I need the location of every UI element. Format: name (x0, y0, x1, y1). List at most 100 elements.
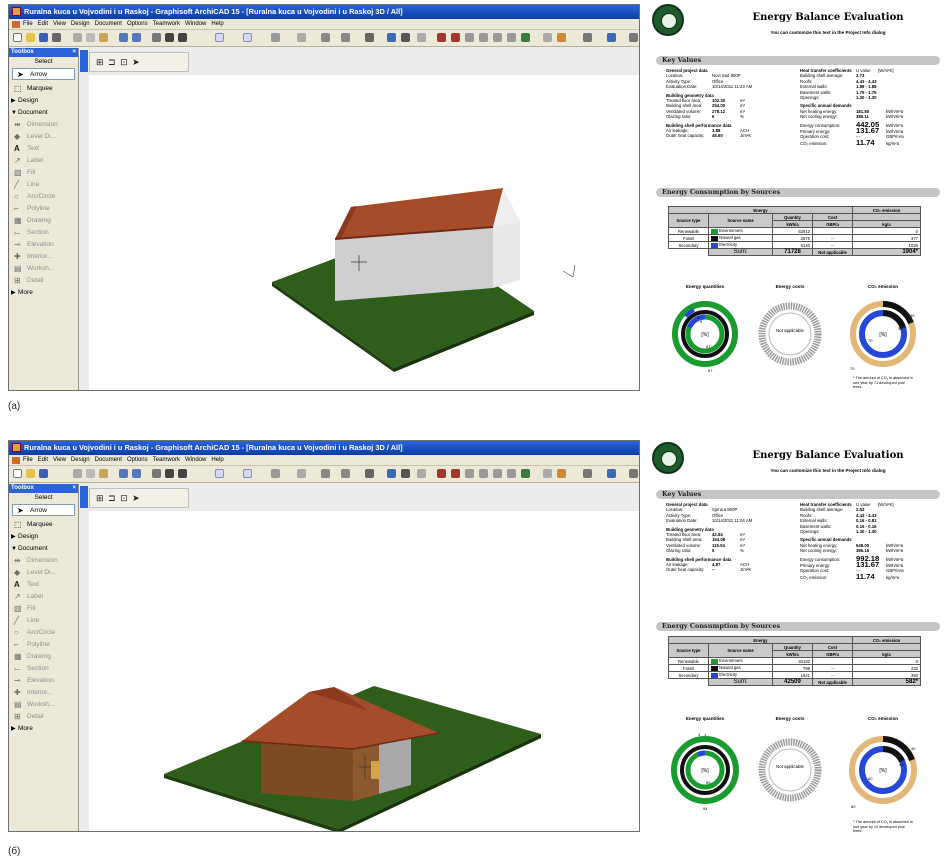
stair-icon[interactable] (479, 33, 488, 42)
eyedropper-icon[interactable] (178, 469, 187, 478)
energy-evaluation-icon[interactable] (557, 33, 566, 42)
line-tool[interactable]: ╱ Line (9, 615, 78, 627)
section-tool[interactable]: ⤚ Section (9, 663, 78, 675)
info-box[interactable]: ⊞ ⊐ ⊡ ➤ (89, 52, 189, 72)
mesh-icon[interactable] (543, 33, 552, 42)
snap-guide-icon[interactable] (215, 469, 224, 478)
marquee-tool[interactable]: ⬚ Marquee (9, 519, 78, 531)
arrow-down-icon[interactable] (365, 33, 374, 42)
view-3d-icon[interactable] (387, 33, 396, 42)
menu-design[interactable]: Design (71, 457, 90, 463)
layer-icon[interactable] (297, 33, 306, 42)
undo-icon[interactable] (119, 469, 128, 478)
more-toggle[interactable]: ▶ More (9, 723, 78, 735)
magic-wand-icon[interactable] (152, 33, 161, 42)
menu-design[interactable]: Design (71, 21, 90, 27)
elevation-icon[interactable] (451, 33, 460, 42)
menu-window[interactable]: Window (185, 21, 206, 27)
layer-icon[interactable] (297, 469, 306, 478)
menu-view[interactable]: View (53, 21, 66, 27)
info-box-handle[interactable] (80, 486, 88, 508)
new-file-icon[interactable] (13, 469, 22, 478)
interior-elevation-tool[interactable]: ✚ Interior... (9, 687, 78, 699)
info-box-handle[interactable] (80, 50, 88, 72)
menu-document[interactable]: Document (95, 21, 122, 27)
line-tool[interactable]: ╱ Line (9, 179, 78, 191)
menu-file[interactable]: File (23, 457, 33, 463)
menu-teamwork[interactable]: Teamwork (153, 457, 180, 463)
document-group-toggle[interactable]: ▼ Document (9, 543, 78, 555)
interior-elevation-tool[interactable]: ✚ Interior... (9, 251, 78, 263)
open-folder-icon[interactable] (26, 469, 35, 478)
eyedropper-icon[interactable] (178, 33, 187, 42)
settings-icon[interactable] (629, 469, 638, 478)
menu-file[interactable]: File (23, 21, 33, 27)
document-group-toggle[interactable]: ▼ Document (9, 107, 78, 119)
menu-options[interactable]: Options (127, 457, 148, 463)
elevation-tool[interactable]: ⊸ Elevation (9, 239, 78, 251)
stair-icon[interactable] (479, 469, 488, 478)
level-dimension-tool[interactable]: ◆ Level Di... (9, 131, 78, 143)
level-dimension-tool[interactable]: ◆ Level Di... (9, 567, 78, 579)
info-box[interactable]: ⊞ ⊐ ⊡ ➤ (89, 488, 189, 508)
zone-icon[interactable] (507, 469, 516, 478)
label-tool[interactable]: ↗ Label (9, 591, 78, 603)
object-icon[interactable] (521, 33, 530, 42)
redo-icon[interactable] (132, 33, 141, 42)
close-icon[interactable]: × (72, 484, 76, 493)
curve-icon[interactable] (493, 469, 502, 478)
label-tool[interactable]: ↗ Label (9, 155, 78, 167)
drawing-tool[interactable]: ▦ Drawing (9, 215, 78, 227)
elevation-tool[interactable]: ⊸ Elevation (9, 675, 78, 687)
menu-document[interactable]: Document (95, 457, 122, 463)
menu-edit[interactable]: Edit (38, 21, 48, 27)
3d-viewport[interactable] (89, 511, 639, 831)
close-icon[interactable]: × (72, 48, 76, 57)
slab-icon[interactable] (341, 33, 350, 42)
roof-icon[interactable] (465, 469, 474, 478)
arrow-tool[interactable]: ➤ Arrow (12, 504, 75, 516)
roof-icon[interactable] (465, 33, 474, 42)
paste-icon[interactable] (99, 469, 108, 478)
arc-circle-tool[interactable]: ○ Arc/Circle (9, 627, 78, 639)
arrow-tool[interactable]: ➤ Arrow (12, 68, 75, 80)
fill-tool[interactable]: ▧ Fill (9, 603, 78, 615)
menu-help[interactable]: Help (211, 21, 223, 27)
curve-icon[interactable] (493, 33, 502, 42)
arc-circle-tool[interactable]: ○ Arc/Circle (9, 191, 78, 203)
energy-evaluation-icon[interactable] (557, 469, 566, 478)
text-tool[interactable]: A Text (9, 579, 78, 591)
layout-icon[interactable] (583, 469, 592, 478)
design-group-toggle[interactable]: ▶ Design (9, 531, 78, 543)
menu-teamwork[interactable]: Teamwork (153, 21, 180, 27)
save-icon[interactable] (39, 469, 48, 478)
more-toggle[interactable]: ▶ More (9, 287, 78, 299)
arrow-down-icon[interactable] (365, 469, 374, 478)
save-icon[interactable] (39, 33, 48, 42)
menu-edit[interactable]: Edit (38, 457, 48, 463)
angle-snap-icon[interactable] (243, 33, 252, 42)
fill-tool[interactable]: ▧ Fill (9, 167, 78, 179)
wall-icon[interactable] (321, 469, 330, 478)
object-icon[interactable] (521, 469, 530, 478)
new-file-icon[interactable] (13, 33, 22, 42)
menu-options[interactable]: Options (127, 21, 148, 27)
publish-icon[interactable] (607, 33, 616, 42)
polyline-tool[interactable]: ⌐ Polyline (9, 639, 78, 651)
list-icon[interactable] (401, 469, 410, 478)
drawing-tool[interactable]: ▦ Drawing (9, 651, 78, 663)
text-tool[interactable]: A Text (9, 143, 78, 155)
zone-icon[interactable] (507, 33, 516, 42)
magic-wand-icon[interactable] (152, 469, 161, 478)
angle-snap-icon[interactable] (243, 469, 252, 478)
section-icon[interactable] (437, 469, 446, 478)
copy-icon[interactable] (86, 33, 95, 42)
menu-window[interactable]: Window (185, 457, 206, 463)
design-group-toggle[interactable]: ▶ Design (9, 95, 78, 107)
mesh-icon[interactable] (543, 469, 552, 478)
copy-icon[interactable] (86, 469, 95, 478)
section-tool[interactable]: ⤚ Section (9, 227, 78, 239)
marquee-tool[interactable]: ⬚ Marquee (9, 83, 78, 95)
close-x-icon[interactable] (417, 469, 426, 478)
close-x-icon[interactable] (417, 33, 426, 42)
